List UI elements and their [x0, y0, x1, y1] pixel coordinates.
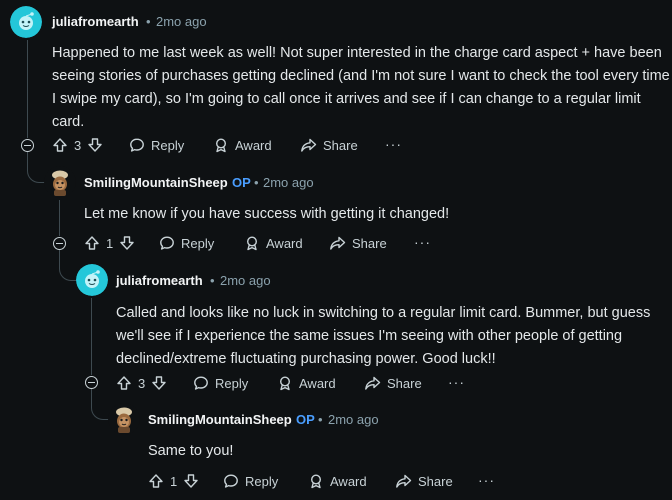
vote-controls: 3	[52, 135, 103, 155]
share-label: Share	[352, 235, 387, 251]
vote-count: 1	[170, 473, 178, 489]
more-options-button[interactable]: ···	[414, 234, 431, 250]
award-icon	[310, 474, 322, 489]
collapse-thread-button[interactable]	[85, 376, 98, 389]
share-label: Share	[323, 137, 358, 153]
vote-count: 1	[106, 235, 114, 251]
reply-label: Reply	[245, 473, 279, 489]
upvote-icon[interactable]	[116, 375, 132, 391]
reply-label: Reply	[151, 137, 185, 153]
thread-line-level-2	[59, 200, 60, 236]
share-label: Share	[418, 473, 453, 489]
share-icon	[330, 236, 346, 250]
comment-body: Happened to me last week as well! Not su…	[52, 45, 670, 130]
comment-body: Same to you!	[148, 443, 234, 459]
comment-bubble-icon	[130, 138, 144, 152]
op-badge: OP	[296, 412, 315, 427]
comment-author[interactable]: SmilingMountainSheep	[148, 412, 292, 427]
award-button[interactable]: Award	[308, 471, 367, 491]
thread-connector-1	[27, 152, 45, 183]
comment-bubble-icon	[160, 236, 174, 250]
award-icon	[279, 376, 291, 391]
avatar[interactable]	[44, 166, 76, 198]
op-badge: OP	[232, 175, 251, 190]
award-icon	[215, 138, 227, 153]
award-button[interactable]: Award	[244, 233, 303, 253]
more-options-button[interactable]: ···	[385, 136, 402, 152]
collapse-thread-button[interactable]	[53, 237, 66, 250]
award-icon	[246, 236, 258, 251]
reply-button[interactable]: Reply	[193, 373, 248, 393]
thread-line-level-1	[27, 40, 28, 138]
upvote-icon[interactable]	[52, 137, 68, 153]
meta-separator: •	[146, 14, 151, 29]
downvote-icon[interactable]	[87, 137, 103, 153]
share-icon	[365, 376, 381, 390]
comment-timestamp[interactable]: 2mo ago	[220, 273, 271, 288]
comment-timestamp[interactable]: 2mo ago	[263, 175, 314, 190]
award-label: Award	[235, 137, 272, 153]
avatar[interactable]	[10, 6, 42, 38]
reply-button[interactable]: Reply	[159, 233, 214, 253]
award-button[interactable]: Award	[213, 135, 272, 155]
meta-separator: •	[318, 412, 323, 427]
downvote-icon[interactable]	[119, 235, 135, 251]
share-button[interactable]: Share	[300, 135, 358, 155]
comment-timestamp[interactable]: 2mo ago	[156, 14, 207, 29]
thread-connector-3	[91, 389, 109, 420]
share-button[interactable]: Share	[364, 373, 422, 393]
vote-count: 3	[138, 375, 146, 391]
vote-controls: 1	[148, 471, 199, 491]
comment-bubble-icon	[224, 474, 238, 488]
avatar[interactable]	[108, 403, 140, 435]
sheep-avatar-icon	[108, 403, 140, 435]
comment-author[interactable]: juliafromearth	[52, 14, 139, 29]
vote-count: 3	[74, 137, 82, 153]
downvote-icon[interactable]	[183, 473, 199, 489]
avatar[interactable]	[76, 264, 108, 296]
share-icon	[301, 138, 317, 152]
reply-button[interactable]: Reply	[223, 471, 278, 491]
upvote-icon[interactable]	[84, 235, 100, 251]
snoo-avatar-icon	[10, 6, 42, 38]
share-button[interactable]: Share	[395, 471, 453, 491]
comment-author[interactable]: juliafromearth	[116, 273, 203, 288]
award-button[interactable]: Award	[277, 373, 336, 393]
share-label: Share	[387, 375, 422, 391]
award-label: Award	[330, 473, 367, 489]
thread-line-level-3	[91, 298, 92, 375]
upvote-icon[interactable]	[148, 473, 164, 489]
meta-separator: •	[254, 175, 259, 190]
award-label: Award	[266, 235, 303, 251]
share-icon	[396, 474, 412, 488]
reply-button[interactable]: Reply	[129, 135, 184, 155]
comment-author[interactable]: SmilingMountainSheep	[84, 175, 228, 190]
vote-controls: 3	[116, 373, 167, 393]
collapse-thread-button[interactable]	[21, 139, 34, 152]
comment-body: Let me know if you have success with get…	[84, 206, 450, 222]
reply-label: Reply	[215, 375, 249, 391]
reply-label: Reply	[181, 235, 215, 251]
vote-controls: 1	[84, 233, 135, 253]
share-button[interactable]: Share	[329, 233, 387, 253]
comment-timestamp[interactable]: 2mo ago	[328, 412, 379, 427]
award-label: Award	[299, 375, 336, 391]
comment-bubble-icon	[194, 376, 208, 390]
thread-connector-2	[59, 250, 77, 281]
meta-separator: •	[210, 273, 215, 288]
comment-body: Called and looks like no luck in switchi…	[116, 305, 651, 367]
sheep-avatar-icon	[44, 166, 76, 198]
more-options-button[interactable]: ···	[448, 374, 465, 390]
snoo-avatar-icon	[76, 264, 108, 296]
downvote-icon[interactable]	[151, 375, 167, 391]
more-options-button[interactable]: ···	[478, 472, 495, 488]
